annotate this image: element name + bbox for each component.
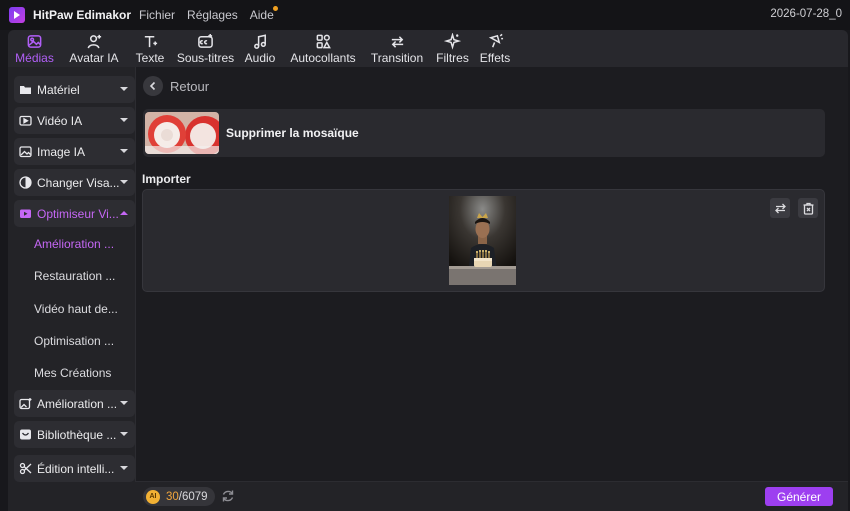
subtitles-icon xyxy=(198,33,213,48)
face-swap-icon xyxy=(19,176,32,189)
tab-texte[interactable]: Texte xyxy=(127,30,173,67)
trash-icon xyxy=(803,202,813,215)
back-label: Retour xyxy=(170,78,210,94)
tab-autocollants[interactable]: Autocollants xyxy=(282,30,364,67)
credits-total: /6079 xyxy=(178,490,208,503)
sidebar-item-edition-intelligente[interactable]: Édition intelli... xyxy=(14,455,135,482)
feature-card[interactable]: Supprimer la mosaïque xyxy=(143,109,825,157)
bottom-bar: AI 30 /6079 Générer xyxy=(135,481,848,511)
tab-audio[interactable]: Audio xyxy=(238,30,282,67)
chevron-down-icon xyxy=(120,466,128,470)
sidebar-subitem-restauration[interactable]: Restauration ... xyxy=(34,269,115,283)
feature-title: Supprimer la mosaïque xyxy=(226,126,359,140)
sidebar-subitem-optimisation[interactable]: Optimisation ... xyxy=(34,334,114,348)
menu-fichier[interactable]: Fichier xyxy=(139,8,175,22)
tab-effets-label: Effets xyxy=(479,51,511,65)
video-ai-icon xyxy=(19,114,32,127)
app-logo-icon xyxy=(9,7,25,23)
tab-medias-label: Médias xyxy=(15,51,54,65)
sidebar-item-label: Bibliothèque ... xyxy=(37,427,117,442)
swap-icon xyxy=(774,203,786,213)
tab-audio-label: Audio xyxy=(244,51,276,65)
chevron-down-icon xyxy=(120,180,128,184)
tab-texte-label: Texte xyxy=(135,51,165,65)
sidebar-item-materiel[interactable]: Matériel xyxy=(14,76,135,103)
sidebar-item-amelioration[interactable]: Amélioration ... xyxy=(14,390,135,417)
tab-medias[interactable]: Médias xyxy=(8,30,61,67)
delete-button[interactable] xyxy=(798,198,818,218)
sidebar-item-label: Édition intelli... xyxy=(37,461,115,476)
sidebar-item-optimiseur-video[interactable]: Optimiseur Vi... xyxy=(14,200,135,227)
import-heading: Importer xyxy=(142,172,191,186)
credits-used: 30 xyxy=(166,490,179,503)
import-dropzone[interactable] xyxy=(142,189,825,292)
chevron-down-icon xyxy=(120,432,128,436)
menu-aide-label: Aide xyxy=(249,8,274,22)
media-icon xyxy=(27,35,42,48)
date-label: 2026-07-28_0 xyxy=(770,8,842,20)
tab-avatar-label: Avatar IA xyxy=(69,51,119,65)
filters-icon xyxy=(444,33,461,50)
sidebar-item-label: Optimiseur Vi... xyxy=(37,206,119,221)
app-name: HitPaw Edimakor xyxy=(33,8,132,22)
tab-filtres-label: Filtres xyxy=(436,51,469,65)
image-ai-icon xyxy=(19,145,32,158)
tab-transition-label: Transition xyxy=(370,51,424,65)
chevron-down-icon xyxy=(120,118,128,122)
replace-button[interactable] xyxy=(770,198,790,218)
optimizer-icon xyxy=(19,207,32,220)
main-panel: Retour Supprimer la mosaïque Importer xyxy=(135,67,848,511)
sidebar-item-label: Image IA xyxy=(37,144,86,159)
chevron-left-icon xyxy=(149,81,156,91)
tab-sous-titres-label: Sous-titres xyxy=(176,51,235,65)
generate-button[interactable]: Générer xyxy=(765,487,833,506)
menu-reglages[interactable]: Réglages xyxy=(187,8,238,22)
feature-thumbnail xyxy=(145,112,219,154)
sidebar: Matériel Vidéo IA Image IA Changer Visa.… xyxy=(8,67,135,511)
sidebar-item-label: Vidéo IA xyxy=(37,113,83,128)
sidebar-subitem-video-haut-de-gamme[interactable]: Vidéo haut de... xyxy=(34,302,118,316)
notification-dot xyxy=(272,6,278,11)
title-bar: HitPaw Edimakor Fichier Réglages Aide 20… xyxy=(0,0,850,30)
sidebar-item-image-ia[interactable]: Image IA xyxy=(14,138,135,165)
main-tabs: Médias Avatar IA Texte Sous-titres Audio… xyxy=(8,30,848,67)
credits-badge: AI 30 /6079 xyxy=(143,487,215,506)
refresh-icon[interactable] xyxy=(221,489,235,503)
chevron-up-icon xyxy=(120,211,128,215)
ai-coin-icon: AI xyxy=(146,489,160,504)
tab-avatar-ia[interactable]: Avatar IA xyxy=(61,30,127,67)
avatar-icon xyxy=(87,34,101,49)
back-control[interactable]: Retour xyxy=(143,76,209,96)
sidebar-subitem-mes-creations[interactable]: Mes Créations xyxy=(34,366,111,380)
sidebar-item-label: Changer Visa... xyxy=(37,175,120,190)
folder-icon xyxy=(19,83,32,96)
sidebar-item-video-ia[interactable]: Vidéo IA xyxy=(14,107,135,134)
tab-transition[interactable]: Transition xyxy=(364,30,430,67)
audio-icon xyxy=(253,34,266,49)
sidebar-item-changer-visage[interactable]: Changer Visa... xyxy=(14,169,135,196)
imported-image xyxy=(449,196,516,285)
sidebar-subitem-amelioration[interactable]: Amélioration ... xyxy=(34,237,114,251)
stickers-icon xyxy=(316,34,331,49)
sidebar-item-label: Matériel xyxy=(37,82,80,97)
smart-edit-icon xyxy=(19,462,32,475)
back-button[interactable] xyxy=(143,76,163,96)
tab-filtres[interactable]: Filtres xyxy=(430,30,475,67)
chevron-down-icon xyxy=(120,401,128,405)
library-icon xyxy=(19,428,32,441)
transition-icon xyxy=(391,36,403,48)
tab-effets[interactable]: Effets xyxy=(475,30,515,67)
enhance-icon xyxy=(19,397,32,410)
chevron-down-icon xyxy=(120,149,128,153)
sidebar-item-label: Amélioration ... xyxy=(37,396,118,411)
tab-autocollants-label: Autocollants xyxy=(290,51,356,65)
text-icon xyxy=(144,36,157,48)
tab-sous-titres[interactable]: Sous-titres xyxy=(173,30,238,67)
menu-aide[interactable]: Aide xyxy=(249,6,278,22)
effects-icon xyxy=(488,33,503,48)
sidebar-item-bibliotheque[interactable]: Bibliothèque ... xyxy=(14,421,135,448)
chevron-down-icon xyxy=(120,87,128,91)
